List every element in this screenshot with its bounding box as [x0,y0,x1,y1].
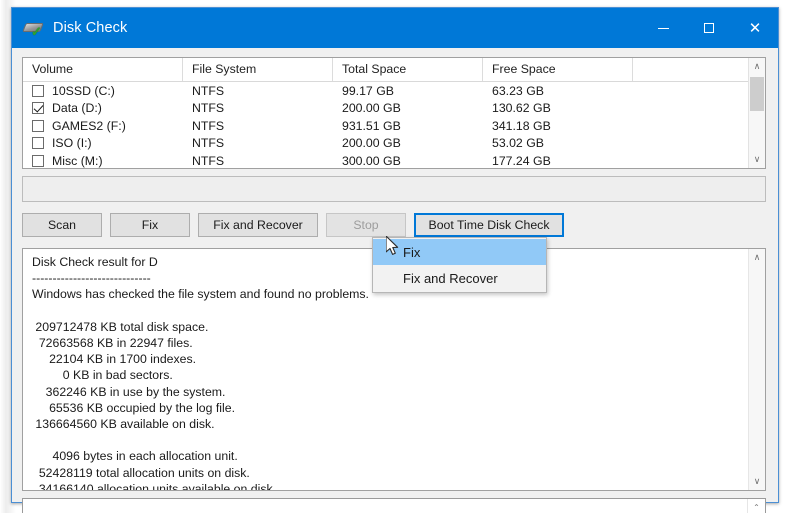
scroll-up-icon[interactable]: ∧ [749,58,765,75]
volume-label: Misc (M:) [52,153,103,168]
volume-list[interactable]: Volume File System Total Space Free Spac… [22,57,766,169]
minimize-icon [657,27,669,29]
volume-checkbox[interactable] [32,154,44,167]
status-spinner[interactable]: ⌃ ⌄ [747,499,765,513]
status-field[interactable]: ⌃ ⌄ [22,498,766,513]
file-system-cell: NTFS [192,153,225,168]
volume-cell: 10SSD (C:) [23,84,183,98]
file-system-cell: NTFS [192,118,225,133]
scrollbar-thumb[interactable] [750,77,764,111]
volume-label: Data (D:) [52,101,102,116]
volume-label: 10SSD (C:) [52,83,115,98]
free-space-cell: 177.24 GB [492,153,551,168]
window-title: Disk Check [53,20,128,36]
file-system-cell: NTFS [192,101,225,116]
window-controls: ✕ [640,8,778,48]
fix-button[interactable]: Fix [110,213,190,237]
volume-checkbox[interactable] [32,119,44,132]
volume-checkbox[interactable] [32,84,44,97]
title-bar: ✓ Disk Check ✕ [12,8,778,48]
file-system-cell: NTFS [192,83,225,98]
client-area: Volume File System Total Space Free Spac… [12,48,778,513]
column-header-volume[interactable]: Volume [23,58,183,81]
column-header-total-space[interactable]: Total Space [333,58,483,81]
table-row[interactable]: GAMES2 (F:) NTFS 931.51 GB 341.18 GB [23,117,765,135]
scan-button[interactable]: Scan [22,213,102,237]
menu-item-fix-and-recover[interactable]: Fix and Recover [373,265,546,291]
total-space-cell: 200.00 GB [342,136,401,151]
disk-check-window: ✓ Disk Check ✕ Volume File System Total … [11,7,779,513]
column-header-free-space[interactable]: Free Space [483,58,633,81]
fix-and-recover-button[interactable]: Fix and Recover [198,213,318,237]
file-system-cell: NTFS [192,136,225,151]
column-header-file-system[interactable]: File System [183,58,333,81]
result-scroll-up-icon[interactable]: ∧ [749,249,765,266]
volume-list-header: Volume File System Total Space Free Spac… [23,58,765,82]
maximize-button[interactable] [686,8,732,48]
total-space-cell: 200.00 GB [342,101,401,116]
volume-cell: Data (D:) [23,101,183,115]
result-scroll-down-icon[interactable]: ∨ [749,473,765,490]
volume-list-scrollbar[interactable]: ∧ ∨ [748,58,765,168]
total-space-cell: 931.51 GB [342,118,401,133]
spinner-up-icon[interactable]: ⌃ [753,503,760,512]
free-space-cell: 341.18 GB [492,118,551,133]
volume-label: GAMES2 (F:) [52,118,126,133]
disk-check-icon: ✓ [22,19,44,38]
volume-cell: Misc (M:) [23,154,183,168]
table-row[interactable]: Data (D:) NTFS 200.00 GB 130.62 GB [23,100,765,118]
volume-checkbox[interactable] [32,137,44,150]
free-space-cell: 53.02 GB [492,136,544,151]
free-space-cell: 63.23 GB [492,83,544,98]
scroll-down-icon[interactable]: ∨ [749,151,765,168]
column-header-blank[interactable] [633,58,750,81]
volume-checkbox[interactable] [32,102,44,115]
table-row[interactable]: 10SSD (C:) NTFS 99.17 GB 63.23 GB [23,82,765,100]
progress-bar [22,176,766,202]
minimize-button[interactable] [640,8,686,48]
close-icon: ✕ [748,19,762,37]
volume-label: ISO (I:) [52,136,92,151]
free-space-cell: 130.62 GB [492,101,551,116]
volume-cell: ISO (I:) [23,136,183,150]
maximize-icon [704,23,714,33]
table-row[interactable]: ISO (I:) NTFS 200.00 GB 53.02 GB [23,135,765,153]
table-row[interactable]: Misc (M:) NTFS 300.00 GB 177.24 GB [23,152,765,168]
result-scrollbar[interactable]: ∧ ∨ [748,249,765,490]
stop-button: Stop [326,213,406,237]
total-space-cell: 99.17 GB [342,83,394,98]
close-button[interactable]: ✕ [732,8,778,48]
screen: ✓ Disk Check ✕ Volume File System Total … [0,0,790,513]
volume-cell: GAMES2 (F:) [23,119,183,133]
boot-time-disk-check-menu: Fix Fix and Recover [372,237,547,293]
total-space-cell: 300.00 GB [342,153,401,168]
volume-rows: 10SSD (C:) NTFS 99.17 GB 63.23 GB Data (D:) N… [23,82,765,168]
boot-time-disk-check-button[interactable]: Boot Time Disk Check [414,213,564,237]
menu-item-fix[interactable]: Fix [373,239,546,265]
